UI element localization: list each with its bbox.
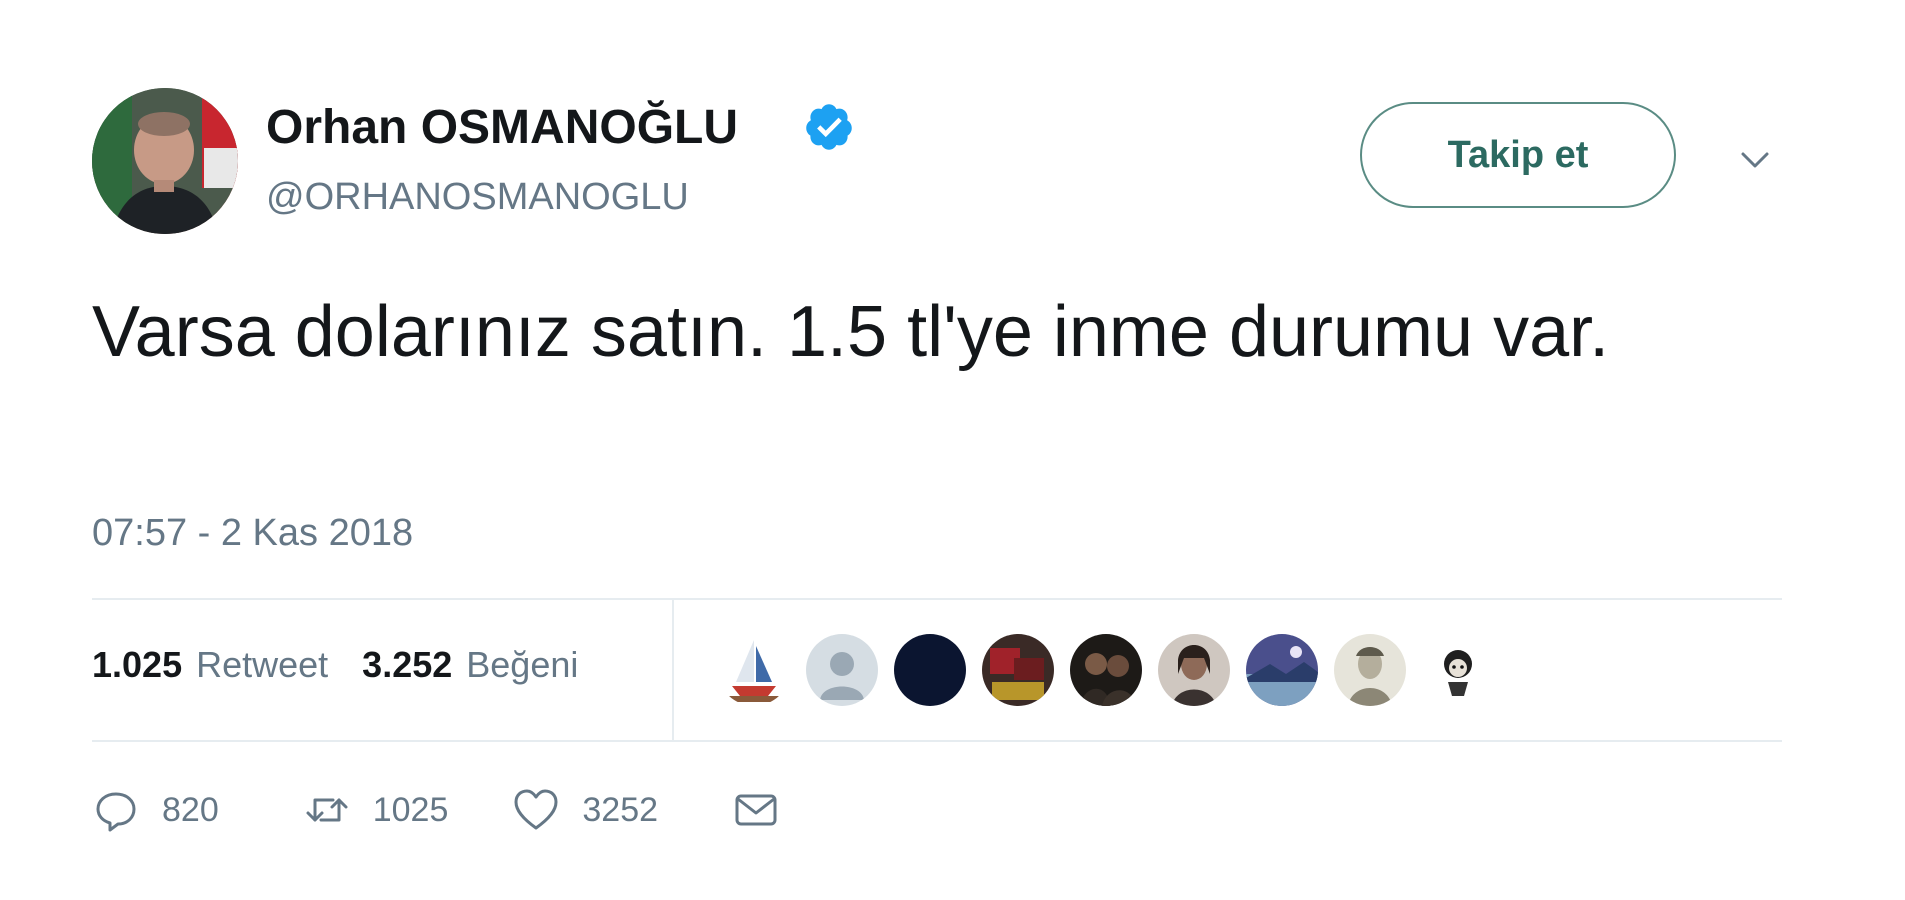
- divider: [672, 600, 674, 740]
- liker-avatar-people[interactable]: [1070, 634, 1142, 706]
- retweets-label[interactable]: Retweet: [196, 644, 328, 686]
- tweet-text: Varsa dolarınız satın. 1.5 tl'ye inme du…: [92, 292, 1610, 372]
- liker-avatar-dark[interactable]: [894, 634, 966, 706]
- tweet-actions: 820 1025 3252: [92, 782, 780, 838]
- profile-photo-icon: [92, 88, 238, 234]
- likes-count[interactable]: 3.252: [362, 644, 452, 686]
- heart-icon: [514, 789, 558, 830]
- retweet-button[interactable]: 1025: [303, 786, 449, 834]
- liker-avatar-sketch[interactable]: [1334, 634, 1406, 706]
- liker-avatar-red[interactable]: [982, 634, 1054, 706]
- liker-avatar-cartoon[interactable]: [1422, 634, 1494, 706]
- verified-badge-icon: [803, 101, 855, 153]
- liker-avatar-landscape[interactable]: [1246, 634, 1318, 706]
- likes-label[interactable]: Beğeni: [466, 644, 578, 686]
- like-button[interactable]: 3252: [512, 786, 658, 834]
- divider: [92, 740, 1782, 742]
- tweet-timestamp[interactable]: 07:57 - 2 Kas 2018: [92, 512, 413, 555]
- tweet-stats: 1.025 Retweet 3.252 Beğeni: [92, 644, 578, 686]
- author-name[interactable]: Orhan OSMANOĞLU: [266, 100, 738, 155]
- liker-avatar-portrait[interactable]: [1158, 634, 1230, 706]
- tweet-card: Orhan OSMANOĞLU @ORHANOSMANOGLU Takip et…: [0, 0, 1905, 900]
- liker-avatar-default[interactable]: [806, 634, 878, 706]
- author-handle[interactable]: @ORHANOSMANOGLU: [266, 176, 689, 219]
- liker-avatar-sailboat[interactable]: [718, 634, 790, 706]
- reply-icon: [96, 792, 136, 832]
- chevron-down-icon[interactable]: [1735, 140, 1775, 180]
- retweet-count: 1025: [372, 790, 449, 829]
- follow-button[interactable]: Takip et: [1360, 102, 1676, 208]
- retweet-icon: [306, 798, 348, 822]
- liked-by-avatars: [718, 634, 1510, 706]
- like-count: 3252: [582, 790, 659, 829]
- envelope-icon: [735, 794, 777, 826]
- reply-button[interactable]: 820: [92, 786, 219, 834]
- reply-count: 820: [162, 790, 219, 829]
- author-avatar[interactable]: [92, 88, 238, 234]
- direct-message-button[interactable]: [732, 786, 780, 834]
- retweets-count[interactable]: 1.025: [92, 644, 182, 686]
- divider: [92, 598, 1782, 600]
